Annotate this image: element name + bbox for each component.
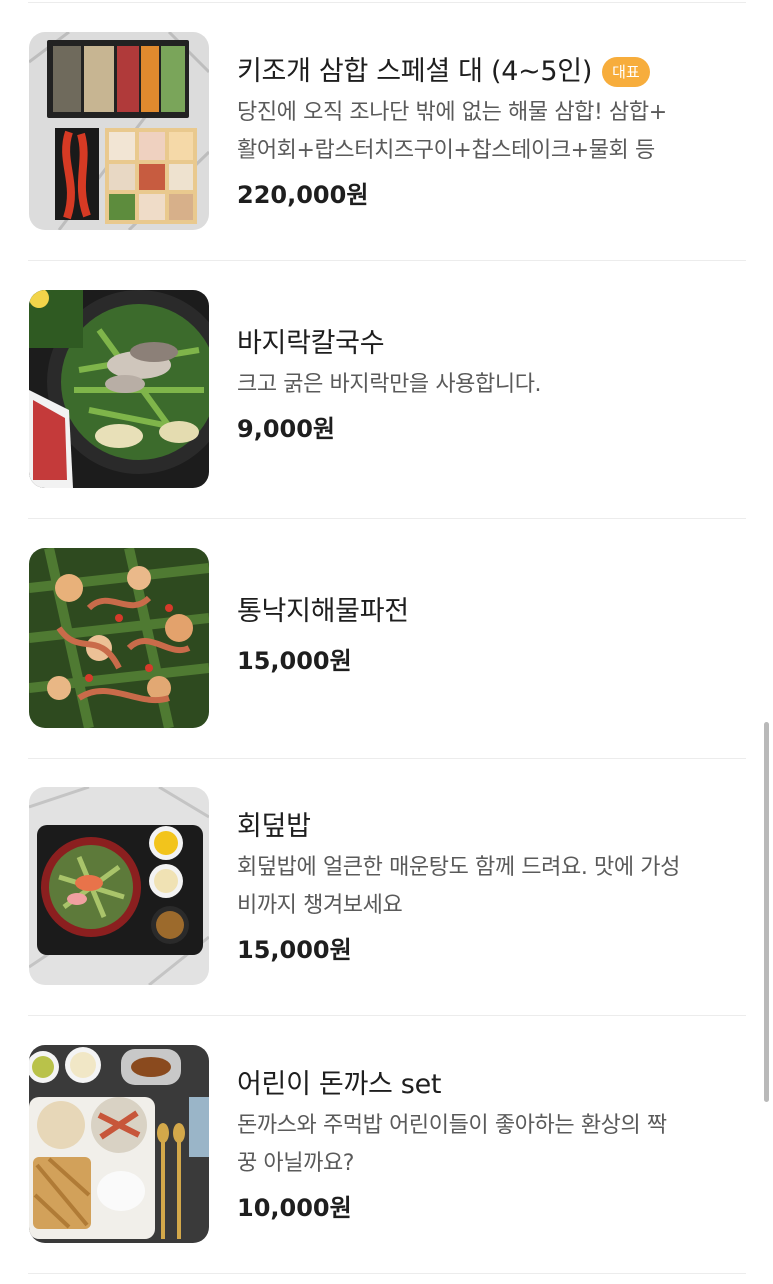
menu-item-name: 회덮밥 xyxy=(237,811,311,842)
menu-item-price: 15,000원 xyxy=(237,647,352,675)
description-line: 당진에 오직 조나단 밖에 없는 해물 삼합! 삼합+ xyxy=(237,100,667,125)
menu-item-description: 크고 굵은 바지락만을 사용합니다. xyxy=(237,366,742,404)
description-line: 크고 굵은 바지락만을 사용합니다. xyxy=(237,372,542,397)
menu-item-name: 키조개 삼합 스페셜 대 (4~5인) xyxy=(237,56,593,87)
menu-item-price: 9,000원 xyxy=(237,415,335,443)
menu-item-name: 통낙지해물파전 xyxy=(237,596,409,627)
menu-item-name: 바지락칼국수 xyxy=(237,328,385,359)
scrollbar[interactable] xyxy=(764,722,769,1102)
menu-item-description: 돈까스와 주먹밥 어린이들이 좋아하는 환상의 짝 꿍 아닐까요? xyxy=(237,1107,742,1183)
description-line: 비까지 챙겨보세요 xyxy=(237,893,403,918)
raw-fish-bibimbap-photo xyxy=(29,787,209,985)
divider xyxy=(28,2,746,3)
divider xyxy=(28,1273,746,1274)
description-line: 활어회+랍스터치즈구이+찹스테이크+물회 등 xyxy=(237,138,655,163)
menu-item-description: 회덮밥에 얼큰한 매운탕도 함께 드려요. 맛에 가성 비까지 챙겨보세요 xyxy=(237,849,742,925)
description-line: 꿍 아닐까요? xyxy=(237,1151,355,1176)
divider xyxy=(28,518,746,519)
kids-pork-cutlet-photo xyxy=(29,1045,209,1243)
divider xyxy=(28,1015,746,1016)
description-line: 회덮밥에 얼큰한 매운탕도 함께 드려요. 맛에 가성 xyxy=(237,855,680,880)
description-line: 돈까스와 주먹밥 어린이들이 좋아하는 환상의 짝 xyxy=(237,1113,667,1138)
divider xyxy=(28,758,746,759)
divider xyxy=(28,260,746,261)
menu-item-description: 당진에 오직 조나단 밖에 없는 해물 삼합! 삼합+ 활어회+랍스터치즈구이+… xyxy=(237,94,742,170)
seafood-pancake-photo xyxy=(29,548,209,728)
menu-item-price: 15,000원 xyxy=(237,936,352,964)
menu-list: 키조개 삼합 스페셜 대 (4~5인) 대표 당진에 오직 조나단 밖에 없는 … xyxy=(0,0,773,1284)
menu-item-price: 220,000원 xyxy=(237,181,369,209)
seafood-platter-photo xyxy=(29,32,209,230)
menu-item-price: 10,000원 xyxy=(237,1194,352,1222)
signature-badge: 대표 xyxy=(602,57,650,87)
menu-item-name: 어린이 돈까스 set xyxy=(237,1069,442,1100)
noodle-hotpot-photo xyxy=(29,290,209,488)
